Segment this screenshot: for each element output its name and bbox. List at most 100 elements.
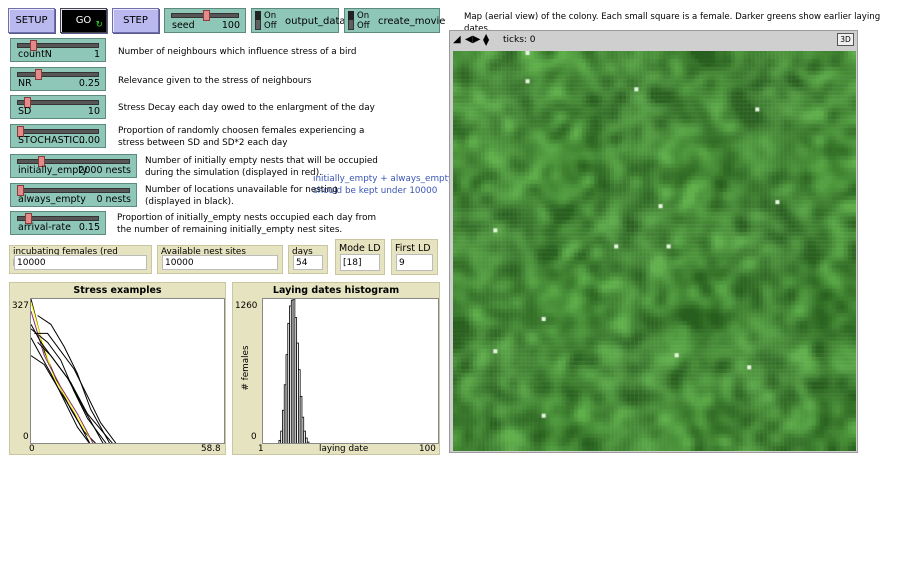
sd-label: SD [18,106,32,117]
colony-map[interactable] [453,51,856,451]
sd-description: Stress Decay each day owed to the enlarg… [118,102,375,114]
slider-track [17,159,130,164]
create-movie-switch[interactable]: On Off create_movie [344,8,445,33]
arrival-rate-slider[interactable]: arrival-rate 0.15 [10,211,106,235]
arrival-rate-description: Proportion of initially_empty nests occu… [117,212,376,236]
note-line: Stress Decay each day owed to the enlarg… [118,103,375,113]
first-ld-monitor: First LD 9 [391,239,438,275]
plot-title: Laying dates histogram [272,285,400,296]
seed-slider[interactable]: seed 100 [164,8,246,33]
slider-knob[interactable] [203,10,210,21]
x-max-tick: 58.8 [201,444,221,454]
stress-series-2 [31,328,107,443]
3d-view-button[interactable]: 3D [837,33,854,46]
switch-on-label: On [357,11,370,21]
switch-off-label: Off [264,21,277,31]
arrival-rate-value: 0.15 [78,222,100,233]
note-line: (displayed in black). [145,197,234,207]
always-empty-value: 0 nests [96,194,131,205]
stress-lines [31,299,117,443]
monitor-label: Mode LD [339,243,381,254]
note-line: Relevance given to the stress of neighbo… [118,76,312,86]
stress-examples-plot: Stress examples 327 0 0 58.8 [9,282,226,455]
stress-series-9 [31,324,113,443]
switch-off-label: Off [357,21,370,31]
countn-slider[interactable]: countN 1 [10,38,106,62]
y-max-tick: 1260 [235,301,258,311]
sd-value: 10 [87,106,100,117]
x-max-tick: 100 [419,444,436,454]
seed-slider-value: 100 [221,20,240,31]
step-button-label: STEP [123,15,148,26]
monitor-value: 10000 [162,255,278,270]
monitor-value: 54 [293,255,323,270]
arrival-rate-label: arrival-rate [18,222,71,233]
note-line: Number of initially empty nests that wil… [145,156,378,166]
stress-series-1 [31,301,94,443]
setup-button[interactable]: SETUP [8,8,55,33]
go-button[interactable]: GO ↻ [60,8,107,33]
switch-on-label: On [264,11,277,21]
switch-toggle[interactable] [255,11,261,30]
histogram-bars [278,299,310,443]
monitor-value: 9 [396,254,433,271]
mode-ld-monitor: Mode LD [18] [335,239,385,275]
seed-slider-label: seed [172,20,195,31]
sd-slider[interactable]: SD 10 [10,95,106,119]
world-view[interactable]: ◢ ◀▶ ▲ ▼ ticks: 0 3D [449,30,858,453]
slider-track [17,129,99,134]
output-data-label: output_data [285,16,346,27]
forever-arrows-icon: ↻ [95,20,103,30]
monitor-value: 10000 [14,255,147,270]
monitor-label: First LD [395,243,431,254]
left-right-arrows-icon[interactable]: ◀▶ [465,34,480,45]
view-toolbar: ◢ ◀▶ ▲ ▼ ticks: 0 3D [450,31,857,49]
stochastic-slider[interactable]: STOCHASTIC... 0.00 [10,124,106,148]
slider-track [17,188,130,193]
histogram-bar [305,437,308,443]
setup-button-label: SETUP [15,15,48,26]
plot-area [30,298,225,444]
slider-track [17,72,99,77]
countn-description: Number of neighbours which influence str… [118,46,357,58]
initially-empty-slider[interactable]: initially_empty 2000 nests [10,154,137,178]
switch-thumb [255,11,261,20]
days-monitor: days 54 [288,245,328,274]
initially-empty-value: 2000 nests [78,165,131,176]
note-line: Number of neighbours which influence str… [118,47,357,57]
always-empty-slider[interactable]: always_empty 0 nests [10,183,137,207]
nr-slider[interactable]: NR 0.25 [10,67,106,91]
available-nest-sites-monitor: Available nest sites 10000 [157,245,283,274]
y-min-tick: 0 [251,432,257,442]
histogram-bar [306,441,310,443]
note-line: Proportion of initially_empty nests occu… [117,213,377,223]
output-data-switch[interactable]: On Off output_data [251,8,346,33]
step-button[interactable]: STEP [112,8,159,33]
switch-toggle[interactable] [348,11,354,30]
note-line: stress between SD and SD*2 each day [118,138,288,148]
countn-value: 1 [93,49,100,60]
countn-label: countN [18,49,52,60]
slider-knob[interactable] [35,69,42,80]
nr-description: Relevance given to the stress of neighbo… [118,75,312,87]
y-min-tick: 0 [23,432,29,442]
incubating-females-monitor: incubating females (red patches) 10000 [9,245,152,274]
plot-title: Stress examples [73,285,162,296]
x-min-tick: 1 [258,444,264,454]
note-line: the number of remaining initially_empty … [117,225,343,235]
initially-empty-label: initially_empty [18,165,88,176]
ticks-counter: ticks: 0 [503,35,536,45]
diagonal-toggle-icon[interactable]: ◢ [453,34,461,45]
x-axis-label: laying date [319,444,369,454]
switch-thumb [348,11,354,20]
stress-series-0 [31,299,97,443]
note-line: Number of locations unavailable for nest… [145,185,338,195]
go-button-label: GO [75,15,92,26]
nr-label: NR [18,78,32,89]
x-min-tick: 0 [29,444,35,454]
stress-series-3 [31,310,94,443]
up-down-arrows-icon[interactable]: ▲ ▼ [483,33,489,47]
always-empty-description: Number of locations unavailable for nest… [145,184,338,208]
create-movie-label: create_movie [378,16,446,27]
y-axis-label: # females [241,345,251,391]
